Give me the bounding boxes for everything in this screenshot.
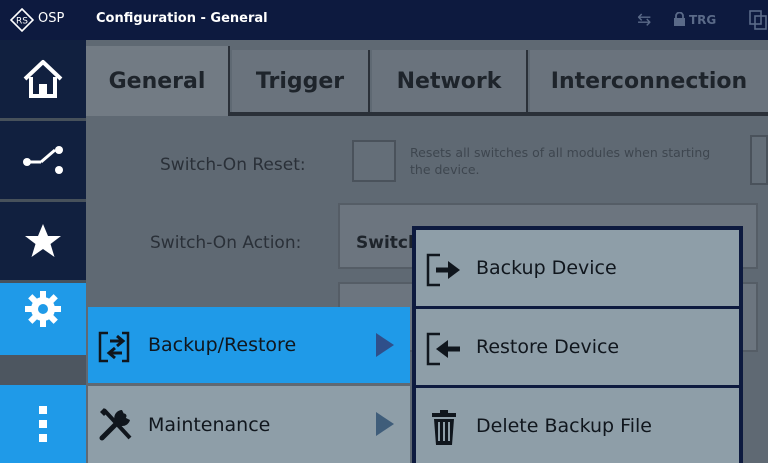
edge-control[interactable] (750, 135, 768, 185)
swap-arrows-icon: ⇆ (637, 10, 652, 30)
switch-on-reset-checkbox[interactable] (352, 140, 396, 182)
tab-general[interactable]: General (86, 46, 230, 116)
copy-icon[interactable] (749, 10, 768, 30)
submenu-item-restore-device[interactable]: Restore Device (416, 309, 739, 385)
sidebar-item-home[interactable] (0, 40, 86, 118)
switch-on-action-value: Switcl (356, 233, 414, 253)
menu-item-label: Maintenance (148, 413, 271, 436)
tab-interconnection[interactable]: Interconnection (530, 50, 768, 112)
tools-icon (99, 408, 132, 441)
tab-network[interactable]: Network (372, 50, 528, 112)
backup-device-icon (426, 253, 460, 287)
sidebar-divider (0, 355, 86, 385)
rs-logo-icon: RS (10, 8, 34, 32)
home-icon (23, 60, 63, 98)
switch-on-reset-description: Resets all switches of all modules when … (410, 145, 711, 177)
trash-icon (432, 410, 456, 445)
more-vertical-icon (39, 406, 47, 442)
switch-on-reset-label: Switch-On Reset: (160, 155, 306, 175)
star-icon (25, 224, 61, 257)
tabs-divider (230, 112, 768, 116)
sidebar-item-more[interactable] (0, 385, 86, 463)
submenu-arrow-icon (376, 333, 394, 357)
svg-text:RS: RS (16, 17, 28, 27)
brand-label: OSP (38, 11, 65, 26)
switch-on-action-label: Switch-On Action: (150, 233, 302, 253)
lock-icon (674, 12, 685, 26)
menu-item-maintenance[interactable]: Maintenance (88, 386, 410, 463)
route-icon (23, 146, 63, 174)
sidebar-item-settings[interactable] (0, 283, 86, 355)
submenu-item-delete-backup-file[interactable]: Delete Backup File (416, 388, 739, 463)
gear-icon (25, 291, 61, 327)
menu-item-backup-restore[interactable]: Backup/Restore (88, 307, 410, 383)
tab-trigger[interactable]: Trigger (232, 50, 370, 112)
window-title: Configuration - General (96, 11, 268, 26)
submenu-arrow-icon (376, 412, 394, 436)
submenu-item-label: Restore Device (476, 336, 620, 358)
sidebar-item-switching[interactable] (0, 121, 86, 199)
submenu-item-label: Backup Device (476, 257, 617, 279)
menu-item-label: Backup/Restore (148, 334, 297, 356)
sidebar-item-favorites[interactable] (0, 202, 86, 280)
backup-restore-icon (98, 331, 130, 363)
trigger-status: TRG (689, 13, 717, 27)
submenu-item-label: Delete Backup File (476, 414, 652, 437)
restore-device-icon (426, 332, 460, 366)
submenu-item-backup-device[interactable]: Backup Device (416, 230, 739, 306)
